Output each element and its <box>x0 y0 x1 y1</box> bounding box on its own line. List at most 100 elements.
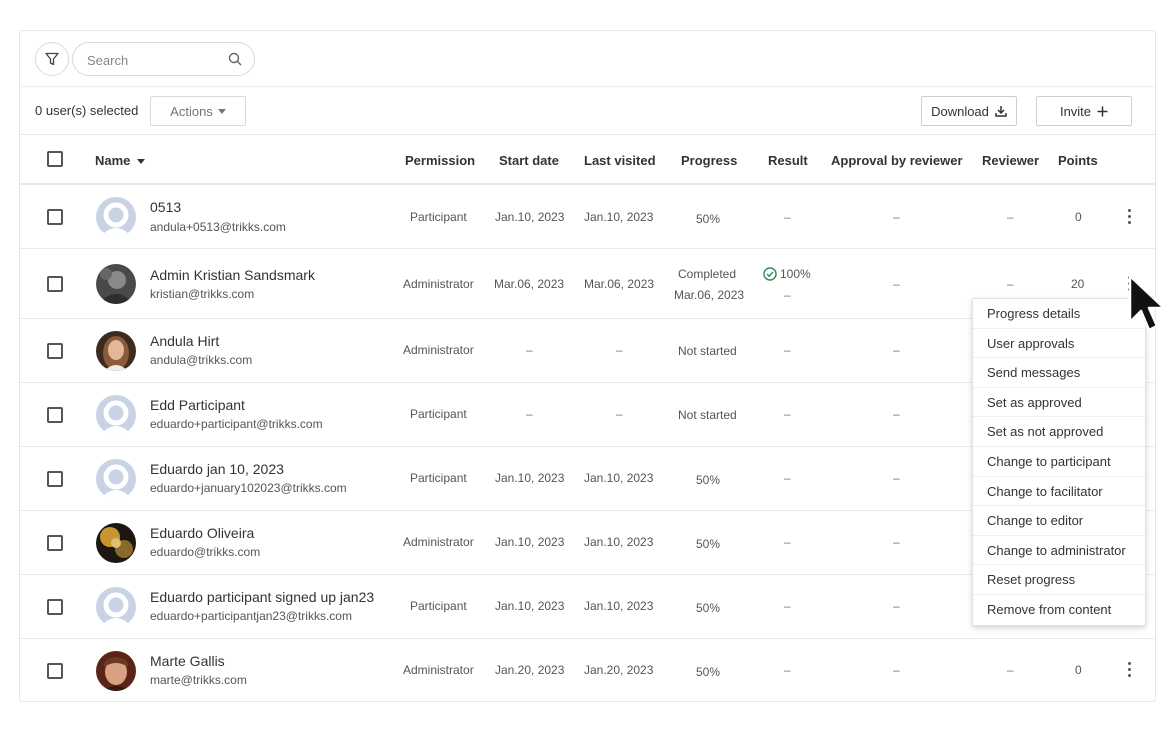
avatar-photo <box>96 651 136 691</box>
menu-item-reset-progress[interactable]: Reset progress <box>973 565 1145 595</box>
user-email: kristian@trikks.com <box>150 287 255 301</box>
user-email: eduardo+january102023@trikks.com <box>150 481 347 495</box>
approval: – <box>893 277 900 291</box>
start-date: Jan.10, 2023 <box>495 535 565 549</box>
row-checkbox[interactable] <box>47 599 63 615</box>
caret-down-icon <box>217 108 226 114</box>
menu-item-set-not-approved[interactable]: Set as not approved <box>973 417 1145 447</box>
result-value: 100% <box>780 267 811 281</box>
result: – <box>784 599 791 613</box>
row-menu-button[interactable] <box>1128 662 1132 680</box>
last-visited: Jan.10, 2023 <box>584 599 654 613</box>
column-name[interactable]: Name <box>95 153 146 168</box>
start-date: Jan.10, 2023 <box>495 210 565 224</box>
user-email: eduardo+participantjan23@trikks.com <box>150 609 352 623</box>
result: 100% <box>763 267 811 281</box>
result: – <box>784 210 791 224</box>
result-sub: – <box>784 288 791 302</box>
permission: Participant <box>410 407 467 421</box>
column-start-date: Start date <box>499 153 559 168</box>
avatar <box>96 197 136 237</box>
approval: – <box>893 407 900 421</box>
result: – <box>784 343 791 357</box>
menu-item-change-to-editor[interactable]: Change to editor <box>973 506 1145 536</box>
actions-dropdown[interactable]: Actions <box>150 96 246 126</box>
user-email: eduardo+participant@trikks.com <box>150 417 323 431</box>
start-date: – <box>526 343 533 357</box>
table-row[interactable]: Marte Gallis marte@trikks.com Administra… <box>20 639 1155 702</box>
approval: – <box>893 210 900 224</box>
progress: 50% <box>696 601 721 615</box>
select-all-checkbox[interactable] <box>47 151 63 167</box>
row-checkbox[interactable] <box>47 343 63 359</box>
row-menu-button[interactable] <box>1128 209 1132 227</box>
points: 0 <box>1075 210 1082 224</box>
avatar-placeholder-icon <box>96 197 136 237</box>
search-input[interactable] <box>87 51 217 69</box>
download-icon <box>995 106 1007 117</box>
row-checkbox[interactable] <box>47 663 63 679</box>
progress: Not started <box>678 344 737 358</box>
row-checkbox[interactable] <box>47 209 63 225</box>
invite-label: Invite <box>1059 103 1092 119</box>
points: 0 <box>1075 663 1082 677</box>
permission: Administrator <box>403 535 474 549</box>
table-row[interactable]: 0513 andula+0513@trikks.com Participant … <box>20 185 1155 249</box>
progress: 50% <box>696 212 721 226</box>
menu-item-send-messages[interactable]: Send messages <box>973 358 1145 388</box>
menu-item-progress-details[interactable]: Progress details <box>973 299 1145 329</box>
avatar <box>96 523 136 563</box>
toolbar <box>20 31 1155 87</box>
mouse-cursor-icon <box>1128 274 1166 332</box>
action-bar: 0 user(s) selected Actions Download Invi… <box>20 87 1155 135</box>
approval: – <box>893 663 900 677</box>
approval: – <box>893 535 900 549</box>
menu-item-change-to-facilitator[interactable]: Change to facilitator <box>973 477 1145 507</box>
last-visited: Jan.10, 2023 <box>584 471 654 485</box>
result: – <box>784 407 791 421</box>
menu-item-change-to-participant[interactable]: Change to participant <box>973 447 1145 477</box>
permission: Administrator <box>403 277 474 291</box>
download-button[interactable]: Download <box>921 96 1017 126</box>
row-checkbox[interactable] <box>47 407 63 423</box>
last-visited: Jan.10, 2023 <box>584 210 654 224</box>
search-box[interactable] <box>72 42 255 76</box>
avatar <box>96 395 136 435</box>
approval: – <box>893 471 900 485</box>
column-reviewer: Reviewer <box>982 153 1040 168</box>
menu-item-user-approvals[interactable]: User approvals <box>973 329 1145 359</box>
user-email: eduardo@trikks.com <box>150 545 261 559</box>
filter-button[interactable] <box>35 42 69 76</box>
filter-icon <box>45 52 59 66</box>
permission: Participant <box>410 210 467 224</box>
table-header: Name Permission Start date Last visited … <box>20 135 1155 185</box>
avatar <box>96 459 136 499</box>
result: – <box>784 535 791 549</box>
last-visited: – <box>616 407 623 421</box>
invite-button[interactable]: Invite <box>1036 96 1132 126</box>
search-icon[interactable] <box>228 52 242 66</box>
column-approval: Approval by reviewer <box>831 153 963 168</box>
reviewer: – <box>1007 663 1014 677</box>
avatar <box>96 264 136 304</box>
avatar <box>96 587 136 627</box>
row-checkbox[interactable] <box>47 535 63 551</box>
column-last-visited: Last visited <box>584 153 656 168</box>
row-checkbox[interactable] <box>47 276 63 292</box>
row-checkbox[interactable] <box>47 471 63 487</box>
user-email: andula+0513@trikks.com <box>150 220 286 234</box>
menu-item-set-approved[interactable]: Set as approved <box>973 388 1145 418</box>
menu-item-remove-from-content[interactable]: Remove from content <box>973 595 1145 625</box>
progress: Not started <box>678 408 737 422</box>
permission: Participant <box>410 471 467 485</box>
column-result: Result <box>768 153 808 168</box>
user-name: Eduardo jan 10, 2023 <box>150 461 284 477</box>
user-name: Marte Gallis <box>150 653 225 669</box>
menu-item-change-to-administrator[interactable]: Change to administrator <box>973 536 1145 566</box>
user-name: Eduardo Oliveira <box>150 525 255 541</box>
progress: 50% <box>696 473 721 487</box>
last-visited: – <box>616 343 623 357</box>
selected-count: 0 user(s) selected <box>35 103 139 118</box>
user-name: Admin Kristian Sandsmark <box>150 267 315 283</box>
start-date: Jan.10, 2023 <box>495 471 565 485</box>
